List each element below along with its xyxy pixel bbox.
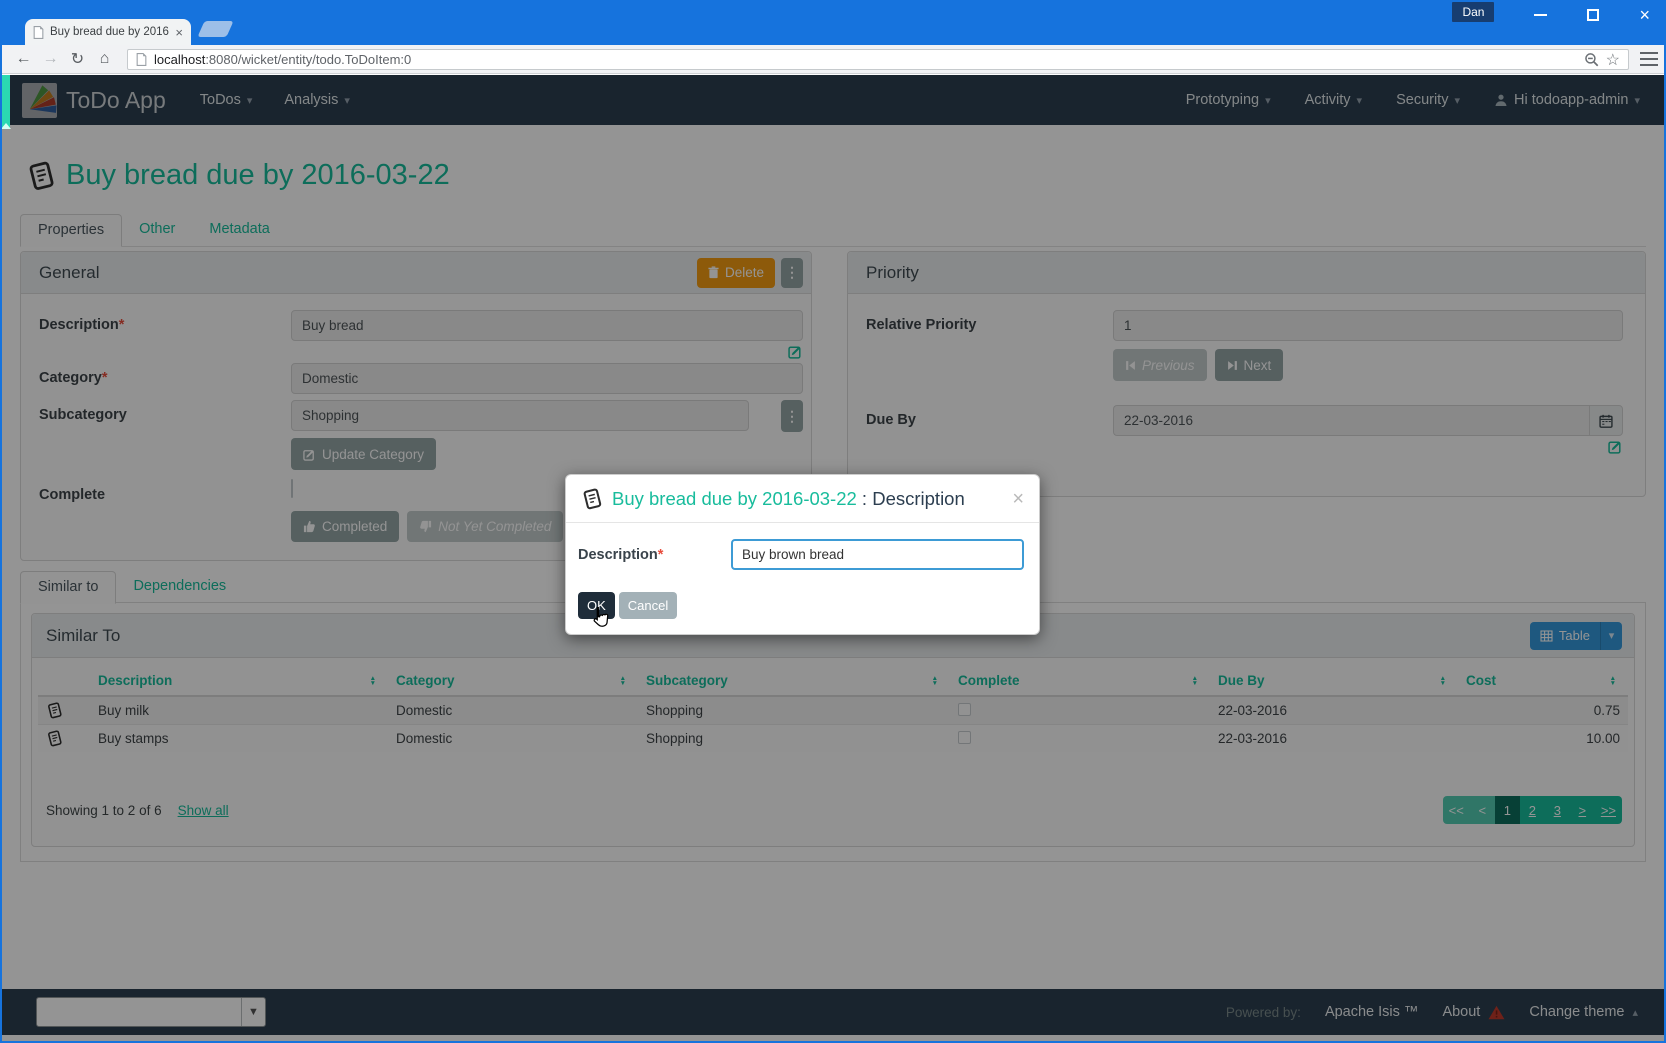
back-icon[interactable]: ← — [10, 50, 37, 68]
edit-description-dialog: Buy bread due by 2016-03-22 : Descriptio… — [565, 474, 1040, 635]
browser-window: Buy bread due by 2016-0 × Dan × ← → ↻ ⌂ … — [0, 0, 1666, 1043]
bookmark-star-icon[interactable]: ☆ — [1606, 50, 1620, 70]
cancel-button[interactable]: Cancel — [619, 592, 677, 619]
tab-close-icon[interactable]: × — [175, 26, 183, 39]
forward-icon[interactable]: → — [37, 50, 64, 68]
browser-menu-icon[interactable] — [1640, 52, 1658, 66]
mouse-cursor — [590, 606, 611, 631]
browser-tab[interactable]: Buy bread due by 2016-0 × — [25, 19, 191, 45]
home-icon[interactable]: ⌂ — [91, 50, 118, 68]
reload-icon[interactable]: ↻ — [64, 49, 91, 69]
url-bar[interactable]: localhost:8080/wicket/entity/todo.ToDoIt… — [127, 49, 1629, 70]
dialog-close-icon[interactable]: × — [1012, 489, 1024, 509]
favicon-page-icon — [33, 26, 44, 39]
ajax-veil-strip — [2, 75, 10, 129]
dialog-description-label: Description* — [578, 547, 731, 563]
profile-badge[interactable]: Dan — [1452, 2, 1494, 22]
close-window-button[interactable]: × — [1639, 6, 1650, 24]
url-text: localhost:8080/wicket/entity/todo.ToDoIt… — [154, 52, 1577, 67]
todo-item-icon — [581, 488, 603, 510]
page-icon — [136, 53, 147, 66]
dialog-title: Buy bread due by 2016-03-22 : Descriptio… — [612, 488, 965, 510]
dialog-description-input[interactable]: Buy brown bread — [731, 539, 1024, 570]
zoom-out-icon[interactable] — [1584, 52, 1599, 67]
minimize-button[interactable] — [1534, 14, 1547, 16]
browser-titlebar: Buy bread due by 2016-0 × Dan × — [2, 0, 1664, 45]
browser-tab-title: Buy bread due by 2016-0 — [50, 26, 169, 38]
maximize-button[interactable] — [1587, 9, 1599, 21]
new-tab-button[interactable] — [197, 21, 233, 37]
